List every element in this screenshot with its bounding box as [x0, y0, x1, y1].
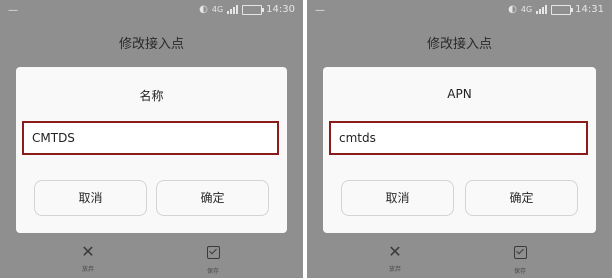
dialog-title: 名称	[139, 89, 164, 103]
cancel-button[interactable]: 取消	[341, 180, 454, 216]
status-time: 14:30	[266, 4, 295, 15]
save-action[interactable]: 保存	[500, 243, 540, 275]
network-type: 4G	[211, 5, 224, 14]
discard-label: 放弃	[81, 266, 94, 273]
page-title: 修改接入点	[118, 37, 184, 52]
edit-dialog: 名称 CMTDS 取消 确定	[16, 67, 287, 233]
discard-action[interactable]: ✕ 放弃	[68, 242, 108, 274]
save-action[interactable]: 保存	[193, 243, 233, 275]
network-type: 4G	[520, 5, 533, 14]
bottom-action-bar: ✕ 放弃 保存	[0, 243, 303, 278]
discard-label: 放弃	[388, 266, 401, 273]
close-icon: ✕	[388, 242, 402, 261]
status-bar: — ◐ 4G 14:31	[307, 0, 612, 22]
checkbox-icon	[206, 246, 220, 259]
status-time: 14:31	[575, 4, 604, 15]
phone-screen-name: — ◐ 4G 14:30 修改接入点 名称 CMTDS 取消 确定 ✕ 放弃 保…	[0, 0, 303, 278]
name-input[interactable]: CMTDS	[22, 121, 279, 155]
confirm-button[interactable]: 确定	[156, 180, 269, 216]
discard-action[interactable]: ✕ 放弃	[375, 242, 415, 274]
save-label: 保存	[513, 268, 526, 275]
close-icon: ✕	[81, 242, 95, 261]
cancel-button[interactable]: 取消	[34, 180, 147, 216]
sync-icon: ◐	[199, 4, 208, 15]
signal-icon	[536, 5, 548, 14]
sync-icon: ◐	[508, 4, 517, 15]
confirm-button[interactable]: 确定	[465, 180, 578, 216]
notification-dash-icon: —	[315, 5, 325, 16]
apn-input[interactable]: cmtds	[329, 121, 588, 155]
checkbox-icon	[513, 246, 527, 259]
save-label: 保存	[206, 268, 219, 275]
edit-dialog: APN cmtds 取消 确定	[323, 67, 596, 233]
status-bar: — ◐ 4G 14:30	[0, 0, 303, 22]
bottom-action-bar: ✕ 放弃 保存	[307, 243, 612, 278]
dialog-title: APN	[447, 87, 472, 101]
page-title: 修改接入点	[426, 37, 492, 52]
battery-icon	[242, 4, 265, 15]
signal-icon	[227, 5, 239, 14]
phone-screen-apn: — ◐ 4G 14:31 修改接入点 APN cmtds 取消 确定 ✕ 放弃 …	[307, 0, 612, 278]
battery-icon	[551, 4, 574, 15]
notification-dash-icon: —	[8, 5, 18, 16]
